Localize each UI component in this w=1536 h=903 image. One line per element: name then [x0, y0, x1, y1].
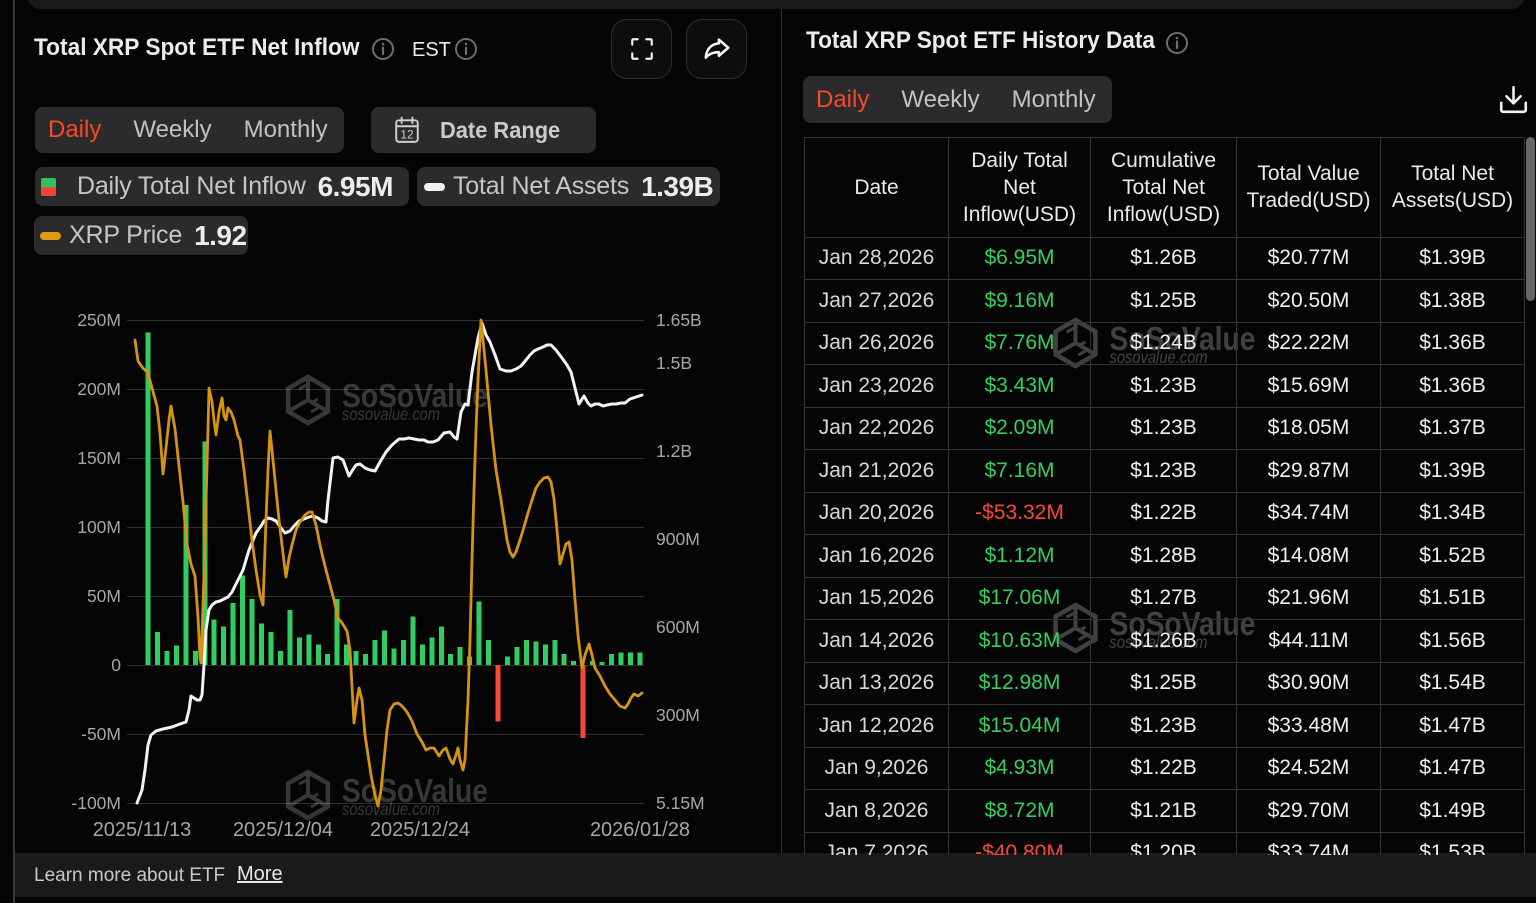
- svg-text:200M: 200M: [77, 379, 121, 399]
- svg-text:2025/12/24: 2025/12/24: [370, 819, 470, 841]
- svg-text:100M: 100M: [77, 517, 121, 537]
- svg-text:1.5B: 1.5B: [656, 353, 692, 373]
- svg-text:250M: 250M: [77, 310, 121, 330]
- svg-text:2025/11/13: 2025/11/13: [93, 819, 192, 841]
- svg-text:2025/12/04: 2025/12/04: [233, 819, 333, 841]
- svg-text:-50M: -50M: [81, 724, 121, 744]
- svg-text:150M: 150M: [77, 448, 121, 468]
- svg-text:1.2B: 1.2B: [656, 441, 692, 461]
- svg-text:sosovalue.com: sosovalue.com: [342, 799, 440, 819]
- svg-text:600M: 600M: [656, 617, 700, 637]
- svg-text:2026/01/28: 2026/01/28: [590, 819, 690, 841]
- svg-text:0: 0: [111, 655, 121, 675]
- svg-text:300M: 300M: [656, 705, 700, 725]
- svg-text:sosovalue.com: sosovalue.com: [342, 404, 440, 424]
- svg-text:-100M: -100M: [71, 793, 121, 813]
- svg-text:5.15M: 5.15M: [656, 793, 705, 813]
- svg-text:1.65B: 1.65B: [656, 310, 702, 330]
- svg-text:50M: 50M: [87, 586, 121, 606]
- svg-text:900M: 900M: [656, 529, 700, 549]
